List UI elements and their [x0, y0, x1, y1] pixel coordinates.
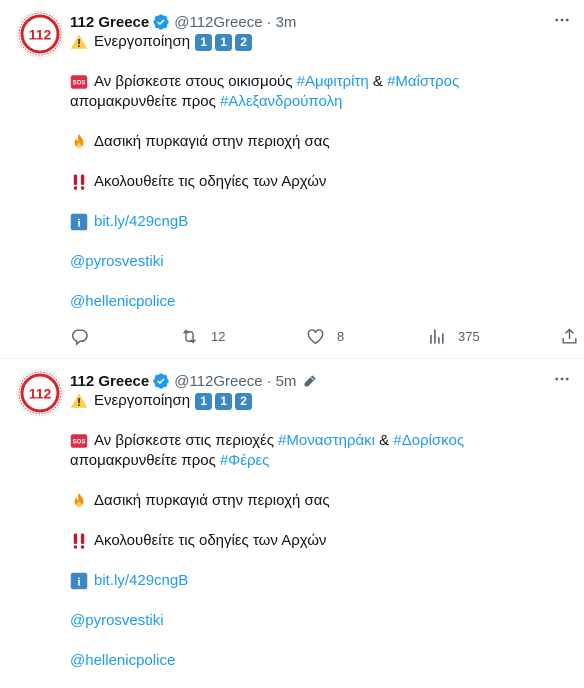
views-icon — [430, 328, 444, 344]
mention-line: @pyrosvestiki — [70, 252, 572, 272]
evacuate-line: απομακρυνθείτε προς #Φέρες — [70, 451, 572, 471]
tweet[interactable]: 112 112 Greece @112Greece · 3m Ενεργοποί… — [0, 0, 584, 359]
reply-button[interactable] — [70, 327, 89, 346]
author-handle[interactable]: @112Greece — [174, 373, 262, 390]
hashtag-link[interactable]: #Μοναστηράκι — [278, 431, 375, 451]
avatar[interactable]: 112 — [16, 10, 64, 58]
author-handle[interactable]: @112Greece — [174, 14, 262, 31]
mention-line: @pyrosvestiki — [70, 611, 572, 631]
separator-dot: · — [266, 372, 272, 390]
views-count: 375 — [458, 328, 480, 344]
info-icon: i — [70, 572, 88, 590]
reply-icon — [71, 328, 88, 345]
mention-link[interactable]: @hellenicpolice — [70, 651, 175, 671]
sos-text: Αν βρίσκεστε στους οικισμούς — [94, 73, 297, 90]
hashtag-link[interactable]: #Δορίσκος — [393, 431, 464, 451]
url-link[interactable]: bit.ly/429cngB — [94, 212, 188, 232]
amp-text: & — [375, 432, 394, 449]
share-icon — [562, 327, 577, 344]
amp-text: & — [368, 73, 388, 90]
activation-text: Ενεργοποίηση — [94, 392, 191, 409]
double-exclamation-icon — [73, 533, 85, 549]
like-count: 8 — [337, 328, 345, 344]
url-link[interactable]: bit.ly/429cngB — [94, 571, 188, 591]
sos-icon: SOS — [70, 434, 88, 448]
sos-line: SOS Αν βρίσκεστε στις περιοχές #Μοναστηρ… — [70, 431, 572, 451]
svg-text:SOS: SOS — [73, 81, 86, 87]
evacuate-text: απομακρυνθείτε προς — [70, 452, 220, 469]
views-button[interactable]: 375 — [427, 327, 480, 346]
timestamp[interactable]: 3m — [276, 14, 297, 31]
separator-dot: · — [266, 13, 272, 31]
mention-link[interactable]: @pyrosvestiki — [70, 611, 164, 631]
verified-badge-icon — [153, 14, 169, 30]
more-icon — [555, 18, 569, 22]
warning-line: Ακολουθείτε τις οδηγίες των Αρχών — [70, 172, 572, 192]
keycap-1: 1 — [215, 392, 233, 410]
keycap-1: 1 — [195, 392, 213, 410]
mention-link[interactable]: @hellenicpolice — [70, 292, 175, 312]
keycap-2: 2 — [235, 392, 253, 410]
activation-line: Ενεργοποίηση 1 1 2 — [70, 32, 572, 52]
warning-line: Ακολουθείτε τις οδηγίες των Αρχών — [70, 531, 572, 551]
verified-badge-icon — [153, 373, 169, 389]
sos-icon: SOS — [70, 75, 88, 89]
retweet-count: 12 — [211, 328, 226, 344]
share-button[interactable] — [560, 327, 579, 346]
fire-icon — [74, 492, 84, 507]
mention-line: @hellenicpolice — [70, 292, 572, 312]
fire-text: Δασική πυρκαγιά στην περιοχή σας — [94, 492, 330, 509]
like-icon — [307, 328, 324, 344]
like-button[interactable]: 8 — [306, 327, 344, 346]
info-icon: i — [70, 213, 88, 231]
edit-icon[interactable] — [302, 373, 318, 389]
activation-line: Ενεργοποίηση 1 1 2 — [70, 391, 572, 411]
tweet-actions: 12 8 375 — [70, 324, 584, 348]
activation-text: Ενεργοποίηση — [94, 33, 191, 50]
evacuate-line: απομακρυνθείτε προς #Αλεξανδρούπολη — [70, 92, 572, 112]
retweet-button[interactable]: 12 — [180, 327, 225, 346]
fire-line: Δασική πυρκαγιά στην περιοχή σας — [70, 132, 572, 152]
hashtag-link[interactable]: #Φέρες — [220, 451, 269, 471]
hashtag-link[interactable]: #Μαΐστρος — [387, 72, 459, 92]
author-name[interactable]: 112 Greece — [70, 14, 149, 31]
fire-icon — [74, 133, 84, 148]
warning-icon — [70, 34, 88, 49]
tweet-header: 112 Greece @112Greece · 3m — [70, 12, 572, 32]
more-options-button[interactable] — [552, 10, 572, 30]
sos-line: SOS Αν βρίσκεστε στους οικισμούς #Αμφιτρ… — [70, 72, 572, 92]
fire-line: Δασική πυρκαγιά στην περιοχή σας — [70, 491, 572, 511]
evacuate-text: απομακρυνθείτε προς — [70, 93, 220, 110]
keycap-1: 1 — [215, 33, 233, 51]
fire-text: Δασική πυρκαγιά στην περιοχή σας — [94, 133, 330, 150]
hashtag-link[interactable]: #Αμφιτρίτη — [297, 72, 369, 92]
avatar-text: 112 — [29, 386, 52, 402]
avatar-text: 112 — [29, 27, 52, 43]
svg-text:SOS: SOS — [73, 440, 86, 446]
link-line: i bit.ly/429cngB — [70, 571, 572, 591]
sos-text: Αν βρίσκεστε στις περιοχές — [94, 432, 279, 449]
keycap-1: 1 — [195, 33, 213, 51]
warning-icon — [70, 393, 88, 408]
timestamp[interactable]: 5m — [276, 373, 297, 390]
author-name[interactable]: 112 Greece — [70, 373, 149, 390]
mention-line: @hellenicpolice — [70, 651, 572, 671]
more-options-button[interactable] — [552, 369, 572, 389]
tweet[interactable]: 112 112 Greece @112Greece · 5m Ενεργοποί… — [0, 359, 584, 688]
tweet-header: 112 Greece @112Greece · 5m — [70, 371, 572, 391]
avatar[interactable]: 112 — [16, 369, 64, 417]
retweet-icon — [183, 328, 196, 344]
warning-text: Ακολουθείτε τις οδηγίες των Αρχών — [94, 173, 327, 190]
keycap-2: 2 — [235, 33, 253, 51]
more-icon — [555, 377, 569, 381]
hashtag-link[interactable]: #Αλεξανδρούπολη — [220, 92, 342, 112]
mention-link[interactable]: @pyrosvestiki — [70, 252, 164, 272]
double-exclamation-icon — [73, 174, 85, 190]
timeline-feed: 112 112 Greece @112Greece · 3m Ενεργοποί… — [0, 0, 584, 688]
link-line: i bit.ly/429cngB — [70, 212, 572, 232]
warning-text: Ακολουθείτε τις οδηγίες των Αρχών — [94, 532, 327, 549]
